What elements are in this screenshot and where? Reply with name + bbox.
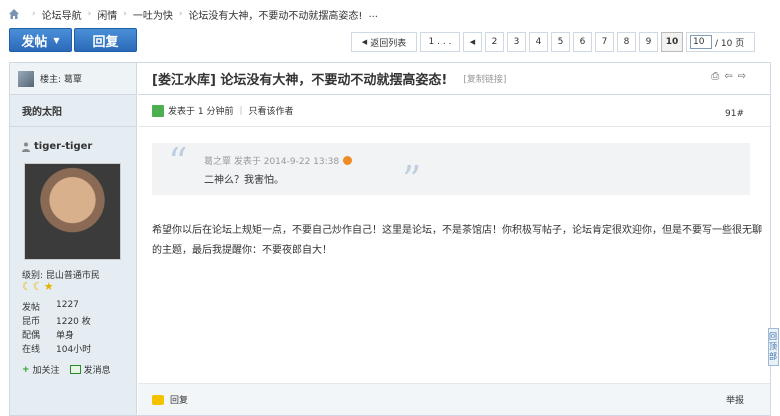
page-3[interactable]: 3 xyxy=(507,32,526,52)
stat-value: 1227 xyxy=(56,300,79,310)
breadcrumb-item[interactable]: 一吐为快 xyxy=(133,7,173,22)
page-8[interactable]: 8 xyxy=(617,32,636,52)
moon-icon: ☾ xyxy=(22,280,32,293)
page-5[interactable]: 5 xyxy=(551,32,570,52)
meta-divider: | xyxy=(239,105,243,116)
stat-value: 1220 枚 xyxy=(56,317,91,327)
print-icon[interactable]: ⎙ xyxy=(711,71,719,82)
follow-label: 加关注 xyxy=(32,366,60,376)
stat-row: 昆币 1220 枚 xyxy=(22,314,91,327)
breadcrumb-separator: › xyxy=(87,9,92,19)
post-frame: 楼主: 葛覃 我的太阳 tiger-tiger 级别: 昆山普通市民 ☾ ☾ ★… xyxy=(9,62,771,416)
floor-number[interactable]: 91# xyxy=(725,109,744,119)
breadcrumb-separator: › xyxy=(32,9,36,19)
quote-header: 葛之覃 发表于 2014-9-22 13:38 xyxy=(204,154,353,167)
username: tiger-tiger xyxy=(34,141,93,152)
posted-time: 发表于 1 分钟前 xyxy=(168,107,234,117)
send-message-button[interactable]: 发消息 xyxy=(69,363,111,376)
page-6[interactable]: 6 xyxy=(573,32,592,52)
username-row[interactable]: tiger-tiger xyxy=(22,141,92,152)
back-to-list-button[interactable]: ◀ 返回列表 xyxy=(351,32,417,52)
author-actions: + 加关注 发消息 xyxy=(22,363,111,377)
quote-text: 二神么？我害怕。 xyxy=(204,175,284,186)
post-title-bar: [娄江水库] 论坛没有大神，不要动不动就摆高姿态! [复制链接] xyxy=(138,63,770,95)
goto-post-icon[interactable] xyxy=(343,156,353,165)
arrow-left-icon: ◀ xyxy=(361,38,368,46)
reply-icon xyxy=(152,394,164,405)
stat-row: 配偶 单身 xyxy=(22,328,74,341)
stat-key: 在线 xyxy=(22,345,41,355)
reply-link[interactable]: 回复 xyxy=(170,393,188,406)
plus-icon: + xyxy=(22,364,30,375)
title-tools: ⎙ ⇦ ⇨ xyxy=(711,71,746,82)
chevron-down-icon: ▼ xyxy=(53,35,60,45)
star-icon: ★ xyxy=(43,280,54,293)
follow-button[interactable]: + 加关注 xyxy=(22,363,60,377)
stat-row: 在线 104小时 xyxy=(22,342,91,355)
stat-value: 单身 xyxy=(56,331,75,341)
breadcrumb-separator: › xyxy=(123,9,127,19)
message-icon xyxy=(69,365,81,374)
breadcrumb: › 论坛导航 › 闲情 › 一吐为快 › 论坛没有大神，不要动不动就摆高姿态! … xyxy=(8,6,378,22)
pager: ◀ 返回列表 1 . . . ◀ 2 3 4 5 6 7 8 9 10 10 /… xyxy=(351,32,755,52)
stat-key: 昆币 xyxy=(22,317,41,327)
prev-thread-icon[interactable]: ⇦ xyxy=(724,71,732,82)
breadcrumb-separator: › xyxy=(178,9,183,19)
breadcrumb-more: ... xyxy=(368,8,378,20)
post-footer: 回复 举报 xyxy=(138,383,770,415)
breadcrumb-item[interactable]: 论坛没有大神，不要动不动就摆高姿态! xyxy=(188,7,362,22)
page-jump: 10 / 10 页 xyxy=(686,32,755,52)
quote-header-text: 葛之覃 发表于 2014-9-22 13:38 xyxy=(204,157,340,167)
stat-key: 配偶 xyxy=(22,331,41,341)
arrow-left-icon: ◀ xyxy=(469,38,476,46)
user-icon xyxy=(22,142,30,152)
back-to-top-button[interactable]: 回顶部 xyxy=(768,328,779,366)
stat-key: 发帖 xyxy=(22,303,41,313)
page-2[interactable]: 2 xyxy=(485,32,504,52)
page-7[interactable]: 7 xyxy=(595,32,614,52)
post-button-label: 发帖 xyxy=(21,34,48,50)
online-status-icon xyxy=(152,104,164,117)
reply-button[interactable]: 回复 xyxy=(74,28,137,52)
author-only-link[interactable]: 只看该作者 xyxy=(249,104,294,117)
author-sidebar: 楼主: 葛覃 我的太阳 tiger-tiger 级别: 昆山普通市民 ☾ ☾ ★… xyxy=(10,63,137,415)
quote-open-icon: “ xyxy=(168,140,188,184)
host-avatar-thumb[interactable] xyxy=(18,70,34,87)
host-header: 楼主: 葛覃 xyxy=(10,63,136,95)
level-stars: ☾ ☾ ★ xyxy=(22,280,54,293)
moon-icon: ☾ xyxy=(32,280,43,293)
prev-page-button[interactable]: ◀ xyxy=(463,32,482,52)
page-jump-input[interactable]: 10 xyxy=(690,35,712,49)
page-9[interactable]: 9 xyxy=(639,32,658,52)
host-label: 楼主: 葛覃 xyxy=(40,75,82,85)
post-content: [娄江水库] 论坛没有大神，不要动不动就摆高姿态! [复制链接] ⎙ ⇦ ⇨ 发… xyxy=(138,63,770,415)
post-button[interactable]: 发帖 ▼ xyxy=(9,28,72,52)
stat-row: 发帖 1227 xyxy=(22,300,79,313)
page-total: / 10 页 xyxy=(715,38,745,49)
page-first[interactable]: 1 . . . xyxy=(420,32,460,52)
post-meta: 发表于 1 分钟前 | 只看该作者 xyxy=(138,95,770,127)
quote-close-icon: ” xyxy=(402,158,422,202)
back-to-list-label: 返回列表 xyxy=(370,38,407,49)
section-title: 我的太阳 xyxy=(10,95,136,127)
copy-link[interactable]: [复制链接] xyxy=(463,72,506,85)
home-icon[interactable] xyxy=(8,8,20,20)
page-4[interactable]: 4 xyxy=(529,32,548,52)
breadcrumb-item[interactable]: 闲情 xyxy=(97,7,117,22)
next-thread-icon[interactable]: ⇨ xyxy=(738,71,746,82)
page-current: 10 xyxy=(661,32,683,52)
post-title: [娄江水库] 论坛没有大神，不要动不动就摆高姿态! xyxy=(152,73,448,88)
avatar[interactable] xyxy=(24,163,121,260)
breadcrumb-item[interactable]: 论坛导航 xyxy=(42,7,82,22)
send-message-label: 发消息 xyxy=(83,366,111,376)
report-link[interactable]: 举报 xyxy=(726,393,744,406)
quote-block: “ 葛之覃 发表于 2014-9-22 13:38 二神么？我害怕。 ” xyxy=(152,140,750,199)
stat-value: 104小时 xyxy=(56,345,92,355)
post-body: 希望你以后在论坛上规矩一点，不要自己炒作自己！这里是论坛，不是茶馆店！你积极写帖… xyxy=(152,225,762,256)
